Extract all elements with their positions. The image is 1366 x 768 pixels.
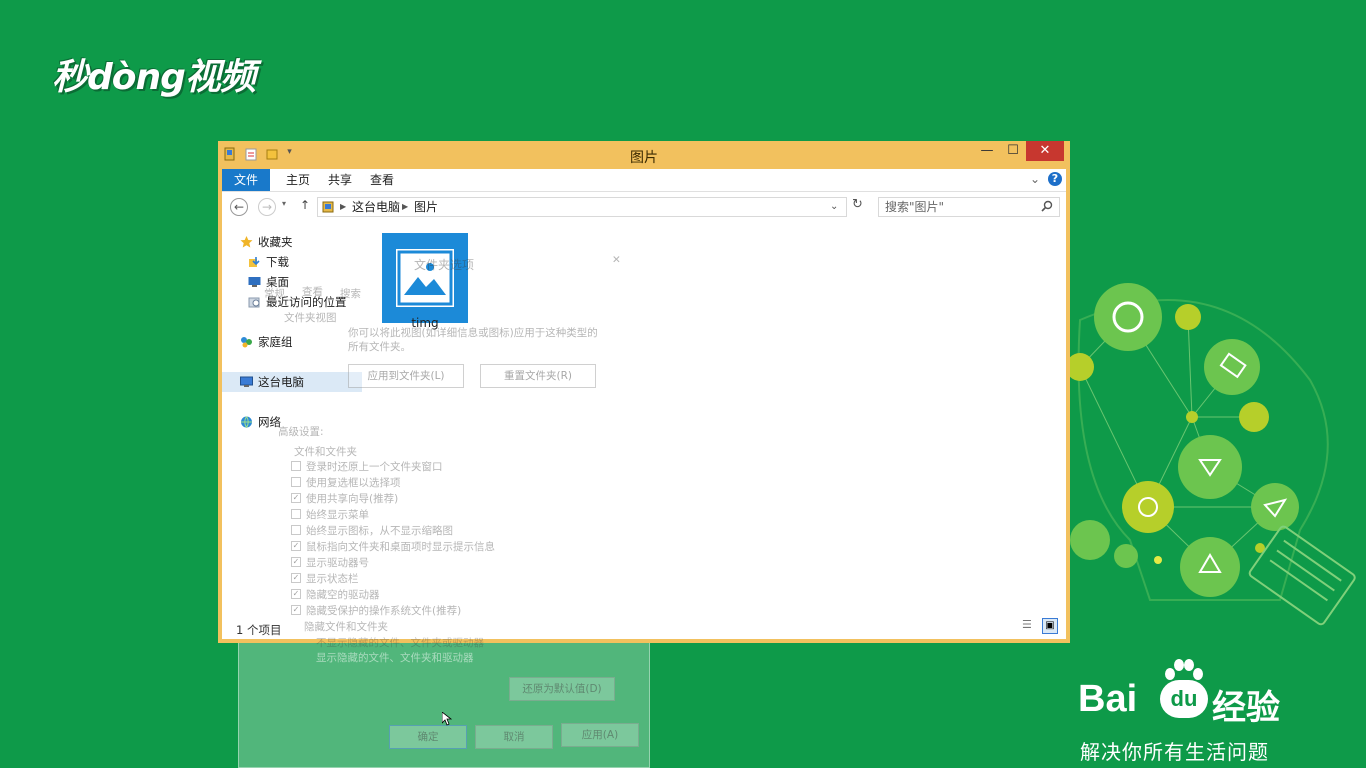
status-bar: 1 个项目 ☰ ▣ (222, 618, 1066, 639)
breadcrumb-pictures[interactable]: 图片 (414, 198, 438, 216)
up-button[interactable]: ↑ (300, 198, 310, 212)
search-input[interactable]: 搜索"图片" (878, 197, 1060, 217)
recent-locations-icon[interactable]: ▾ (282, 199, 286, 208)
close-button[interactable]: ✕ (1026, 141, 1064, 161)
maximize-button[interactable]: ☐ (1000, 141, 1026, 161)
ribbon-tabs: 文件 主页 共享 查看 ⌄ ? (222, 169, 1066, 192)
back-button[interactable]: ← (230, 198, 248, 216)
baidu-du-text: du (1160, 680, 1208, 718)
explorer-window: ▾ 图片 — ☐ ✕ 文件 主页 共享 查看 ⌄ ? ← → ▾ ↑ ▶ 这台电… (218, 141, 1070, 643)
refresh-icon[interactable]: ↻ (852, 197, 863, 212)
paw-icon (1165, 659, 1203, 680)
brand-logo: 秒dòng视频 (52, 57, 256, 98)
homegroup-icon (241, 337, 252, 348)
restore-defaults-button[interactable]: 还原为默认值(D) (509, 677, 615, 701)
lightbulb-decoration (1066, 283, 1356, 626)
star-icon (240, 236, 253, 248)
download-folder-icon (249, 257, 260, 267)
content-area: 收藏夹 下载 桌面 最近访问的位置 家庭组 这台电脑 网络 timg (222, 222, 1066, 626)
item-count: 1 个项目 (236, 623, 282, 637)
tab-view[interactable]: 查看 (364, 169, 400, 191)
expand-ribbon-icon[interactable]: ⌄ (1030, 172, 1040, 186)
title-bar: ▾ 图片 — ☐ ✕ (218, 141, 1070, 169)
search-icon[interactable] (1041, 200, 1053, 212)
baidu-bai-text: Bai (1078, 678, 1138, 720)
details-view-icon[interactable]: ☰ (1022, 618, 1038, 634)
cancel-button[interactable]: 取消 (475, 725, 553, 749)
jingyan-text: 经验 (1212, 688, 1280, 728)
mouse-cursor-icon (442, 712, 452, 726)
window-title: 图片 (630, 150, 658, 166)
tab-home[interactable]: 主页 (280, 169, 316, 191)
image-file-icon (396, 249, 454, 307)
address-bar[interactable]: ▶ 这台电脑 ▶ 图片 ⌄ (317, 197, 847, 217)
minimize-button[interactable]: — (974, 141, 1000, 161)
file-item-timg[interactable] (382, 233, 468, 323)
breadcrumb-this-pc[interactable]: 这台电脑 (352, 198, 400, 216)
forward-button[interactable]: → (258, 198, 276, 216)
large-icons-view-icon[interactable]: ▣ (1042, 618, 1058, 634)
baidu-slogan: 解决你所有生活问题 (1080, 740, 1269, 764)
desktop-icon (248, 277, 261, 287)
search-placeholder: 搜索"图片" (885, 200, 945, 214)
breadcrumb-separator-icon[interactable]: ▶ (340, 198, 346, 216)
file-name-label: timg (411, 316, 439, 330)
baidu-jingyan-logo: Bai du 经验 (1078, 659, 1298, 728)
tab-file[interactable]: 文件 (222, 169, 270, 191)
address-bar-row: ← → ▾ ↑ ▶ 这台电脑 ▶ 图片 ⌄ ↻ 搜索"图片" (222, 192, 1066, 222)
tab-share[interactable]: 共享 (322, 169, 358, 191)
address-dropdown-icon[interactable]: ⌄ (830, 198, 838, 216)
pc-icon (322, 201, 334, 213)
computer-icon (240, 376, 253, 387)
apply-button[interactable]: 应用(A) (561, 723, 639, 747)
breadcrumb-separator-icon[interactable]: ▶ (402, 198, 408, 216)
help-icon[interactable]: ? (1048, 172, 1062, 186)
picture-icon (397, 250, 453, 306)
network-icon (241, 416, 252, 428)
recent-places-icon (248, 297, 260, 308)
ok-button[interactable]: 确定 (389, 725, 467, 749)
